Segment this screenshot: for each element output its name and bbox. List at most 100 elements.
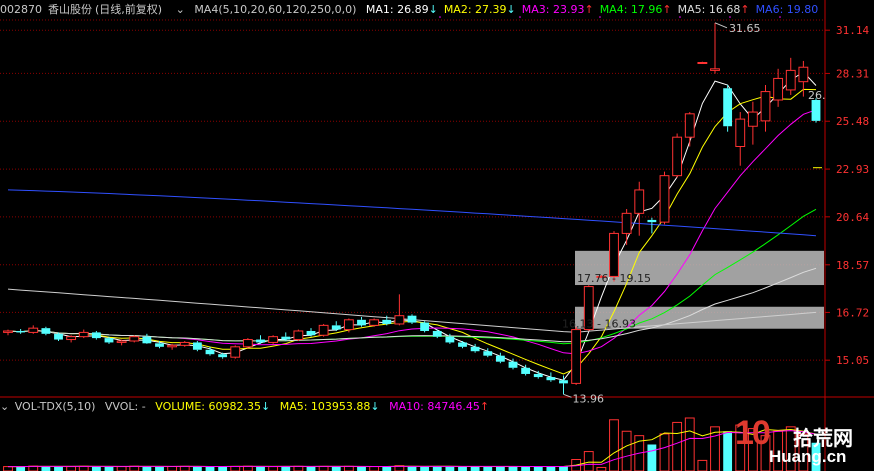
volume-bar [16, 466, 26, 471]
volume-bar [382, 466, 392, 471]
volume-bar [116, 466, 127, 471]
volume-bar [369, 466, 380, 471]
candle-body [621, 212, 632, 234]
volume-bar [407, 466, 417, 471]
volume-bar [445, 466, 455, 471]
volume-bar [54, 466, 63, 471]
candle-body [647, 219, 657, 223]
ma-indicator-name[interactable]: MA4(5,10,20,60,120,250,0,0) [194, 3, 356, 16]
candle-body [230, 346, 241, 358]
watermark-logo: 10 [735, 414, 771, 452]
candle-body [785, 69, 796, 91]
vol-dropdown-icon[interactable]: ⌄ [0, 400, 9, 413]
candle-body [66, 336, 77, 341]
candle-body [382, 319, 392, 324]
site-watermark: 10 拾荒网 Huang.cn [735, 414, 874, 471]
candle-body [3, 330, 13, 333]
candle-body [268, 336, 279, 343]
candle-body [331, 325, 341, 330]
volume-bar [647, 444, 657, 471]
vol-indicator-name[interactable]: VOL-TDX(5,10) [15, 400, 96, 413]
ma-value-2: MA2: 27.39↓ [443, 3, 516, 16]
candle-body [445, 336, 455, 343]
candle-body [91, 332, 101, 339]
candle-body [343, 319, 354, 331]
candle-body [142, 336, 152, 344]
candle-body [495, 355, 505, 362]
candle-body [179, 341, 190, 346]
chart-annotations: 31.65 13.96 17.76 - 19.15 16.13 - 16.93 26. [439, 16, 826, 405]
candle-body [773, 77, 784, 101]
volume-bar [684, 417, 695, 471]
candle-body [659, 175, 670, 223]
price-axis: 31.14 28.31 25.48 22.93 20.64 18.57 16.72 15.05 [825, 24, 869, 367]
stock-code: 002870 [0, 3, 42, 16]
candle-body [78, 331, 89, 338]
candle-body [609, 232, 619, 277]
lower-zone-label: 16.13 - 16.93 [562, 318, 636, 331]
high-price-label: 31.65 [729, 22, 761, 35]
candle-body [116, 340, 127, 343]
candle-body [420, 322, 430, 331]
moving-average-lines [7, 71, 817, 381]
price-axis-label: 22.93 [836, 163, 869, 176]
candle-body [256, 339, 265, 343]
volume-bar [697, 459, 708, 471]
volume-bar [495, 466, 505, 471]
candle-body [559, 380, 568, 384]
volume-bar [155, 466, 164, 471]
candle-body [318, 324, 329, 336]
volume-bar [508, 466, 518, 471]
watermark-url: Huang.cn [769, 447, 847, 466]
vol-ma5-line [8, 428, 817, 468]
volume-bar [723, 431, 733, 471]
volume-bar [256, 466, 265, 471]
candle-body [281, 336, 291, 340]
volume-bar [78, 465, 89, 471]
ma-value-3: MA3: 23.93↑ [521, 3, 594, 16]
volume-bar [458, 466, 467, 471]
ma-value-6: MA6: 19.80 [755, 3, 819, 16]
price-axis-label: 15.05 [836, 354, 869, 367]
candle-body [394, 315, 405, 325]
volume-bar [205, 466, 215, 471]
volume-bar [167, 465, 178, 471]
volume-bar [583, 451, 594, 471]
ma-value-1: MA1: 26.89↓ [365, 3, 438, 16]
volume-bar [546, 466, 556, 471]
price-axis-label: 25.48 [836, 115, 869, 128]
candle-body [155, 343, 164, 347]
ma-values: MA1: 26.89↓ MA2: 27.39↓ MA3: 23.93↑ MA4: 17… [366, 3, 824, 16]
candle-body [167, 344, 178, 348]
vol-ma10-line [8, 430, 817, 468]
candle-body [760, 91, 771, 122]
volume-bar [483, 466, 493, 471]
volume-bar [91, 466, 101, 471]
volume-bar [268, 466, 279, 471]
volume-bar [142, 466, 152, 471]
ma-dropdown-icon[interactable]: ⌄ [176, 3, 185, 16]
candle-body [697, 62, 708, 65]
candle-body [306, 330, 316, 336]
candle-body [129, 336, 140, 342]
candle-body [458, 342, 467, 347]
ma6-line [7, 189, 817, 237]
volume-bar [281, 466, 291, 471]
volume-bar [41, 466, 51, 471]
candle-body [483, 351, 493, 356]
volume-bar [609, 419, 619, 471]
candle-body [54, 333, 63, 340]
volume-bar [179, 465, 190, 471]
volume-bar [521, 466, 531, 471]
candle-body [470, 346, 480, 352]
vvol-value: VVOL: - [104, 400, 146, 413]
volume-header: ⌄ VOL-TDX(5,10) VVOL: - VOLUME: 60982.35… [0, 397, 495, 417]
candle-body [521, 367, 531, 374]
candle-body [747, 111, 758, 127]
chart-mode: (日线,前复权) [95, 3, 163, 16]
candle-body [104, 338, 114, 343]
volume-bar [192, 466, 202, 471]
volume-bar [343, 465, 354, 471]
candle-body [735, 118, 746, 147]
volume-bar [129, 465, 140, 471]
